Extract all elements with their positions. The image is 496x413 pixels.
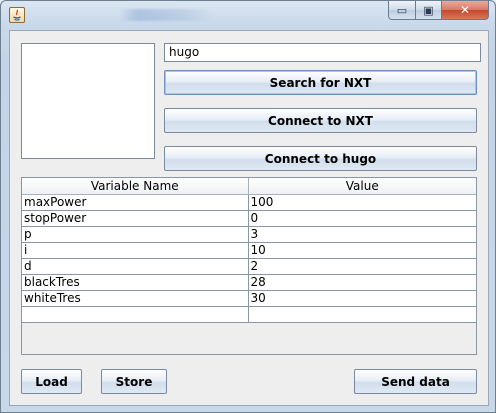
table-row[interactable]: p 3	[22, 226, 476, 243]
variable-value-cell[interactable]: 100	[247, 194, 476, 211]
variable-value-cell[interactable]: 28	[247, 274, 476, 291]
column-header-value[interactable]: Value	[247, 178, 476, 195]
variable-value-cell[interactable]: 3	[247, 226, 476, 243]
table-row[interactable]: d 2	[22, 258, 476, 275]
search-nxt-button[interactable]: Search for NXT	[164, 70, 477, 95]
variable-name-cell[interactable]	[22, 306, 249, 323]
variable-name-cell[interactable]: d	[22, 258, 249, 275]
minimize-button[interactable]: ▭	[388, 1, 416, 20]
column-header-variable-name[interactable]: Variable Name	[22, 178, 249, 195]
variable-name-cell[interactable]: p	[22, 226, 249, 243]
table-row[interactable]: stopPower 0	[22, 210, 476, 227]
variable-value-cell[interactable]: 0	[247, 210, 476, 227]
store-button[interactable]: Store	[101, 369, 167, 394]
content-panel: Search for NXT Connect to NXT Connect to…	[9, 30, 489, 406]
maximize-button[interactable]: ▣	[416, 1, 442, 20]
connect-nxt-button[interactable]: Connect to NXT	[164, 108, 477, 133]
variable-name-cell[interactable]: i	[22, 242, 249, 259]
variable-name-cell[interactable]: stopPower	[22, 210, 249, 227]
close-button[interactable]: ✕	[442, 1, 489, 20]
variable-value-cell[interactable]: 30	[247, 290, 476, 307]
table-row[interactable]	[22, 306, 476, 323]
variable-value-cell[interactable]: 10	[247, 242, 476, 259]
send-data-button[interactable]: Send data	[354, 369, 477, 394]
variable-value-cell[interactable]: 2	[247, 258, 476, 275]
robot-name-input[interactable]	[164, 43, 481, 62]
variable-name-cell[interactable]: maxPower	[22, 194, 249, 211]
table-header-row: Variable Name Value	[22, 178, 476, 195]
table-row[interactable]: maxPower 100	[22, 194, 476, 211]
java-icon[interactable]	[9, 7, 25, 23]
table-row[interactable]: blackTres 28	[22, 274, 476, 291]
connect-named-button[interactable]: Connect to hugo	[164, 146, 477, 171]
variable-name-cell[interactable]: blackTres	[22, 274, 249, 291]
window-title	[119, 9, 215, 21]
table-row[interactable]: i 10	[22, 242, 476, 259]
variable-name-cell[interactable]: whiteTres	[22, 290, 249, 307]
load-button[interactable]: Load	[21, 369, 82, 394]
table-row[interactable]: whiteTres 30	[22, 290, 476, 307]
title-bar[interactable]: ▭ ▣ ✕	[1, 1, 495, 29]
image-preview-panel	[21, 43, 155, 159]
window-controls: ▭ ▣ ✕	[388, 1, 489, 21]
variables-table[interactable]: Variable Name Value maxPower 100 stopPow…	[21, 177, 477, 355]
app-window: ▭ ▣ ✕ Search for NXT Connect to NXT Conn…	[0, 0, 496, 413]
variable-value-cell[interactable]	[247, 306, 476, 323]
